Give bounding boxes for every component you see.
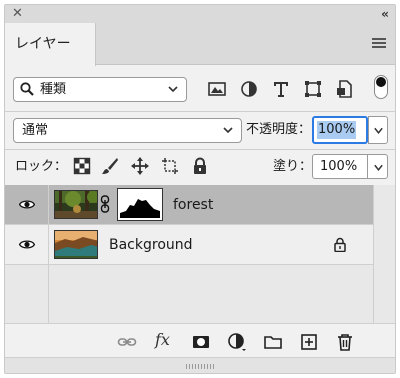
filter-type-value: 種類 — [40, 82, 67, 97]
prevent-autonest-icon[interactable] — [161, 157, 179, 175]
adjustment-filter-icon[interactable] — [239, 79, 259, 99]
resize-grip[interactable] — [5, 357, 395, 373]
layer-name[interactable]: Background — [109, 225, 193, 265]
filter-toggle[interactable] — [374, 75, 388, 99]
blend-mode-value: 通常 — [22, 123, 49, 138]
new-group-icon[interactable] — [263, 332, 283, 352]
search-icon — [20, 82, 34, 96]
layer-mask-thumbnail[interactable] — [118, 189, 162, 220]
lock-image-pixels-icon[interactable] — [101, 157, 119, 175]
fill-dropdown-button[interactable] — [367, 154, 388, 179]
visibility-toggle[interactable] — [5, 185, 49, 225]
opacity-input[interactable]: 100% — [312, 116, 368, 144]
delete-layer-icon[interactable] — [335, 332, 355, 352]
chevron-down-icon — [374, 127, 383, 135]
visibility-toggle[interactable] — [5, 225, 49, 265]
lock-label: ロック： — [15, 159, 68, 174]
panel-titlebar: ✕ ‹‹ — [5, 5, 395, 23]
blend-row: 通常 不透明度： 100% — [5, 111, 395, 149]
close-icon[interactable]: ✕ — [12, 6, 23, 22]
empty-visibility-column — [5, 265, 49, 323]
eye-icon — [19, 240, 35, 249]
lock-icon[interactable] — [334, 237, 346, 252]
tab-layers[interactable]: レイヤー — [5, 23, 96, 66]
layers-bottom-toolbar: fx — [5, 323, 395, 357]
chevron-down-icon — [374, 164, 383, 172]
layer-thumbnail[interactable] — [54, 230, 98, 259]
eye-icon — [19, 200, 35, 209]
link-layers-icon[interactable] — [117, 332, 137, 352]
panel-menu-icon[interactable] — [372, 38, 386, 48]
shape-filter-icon[interactable] — [303, 79, 323, 99]
blend-mode-select[interactable]: 通常 — [13, 118, 242, 143]
chevron-down-icon — [168, 86, 178, 93]
fx-icon[interactable]: fx — [155, 330, 170, 349]
layer-row-forest[interactable]: forest — [5, 185, 373, 225]
layer-name[interactable]: forest — [173, 185, 213, 225]
lock-position-icon[interactable] — [131, 157, 149, 175]
adjustment-layer-icon[interactable] — [227, 332, 247, 352]
chevron-down-icon — [223, 127, 233, 134]
fill-label: 塗り： — [273, 159, 313, 174]
opacity-dropdown-button[interactable] — [368, 116, 388, 144]
layer-list: forest Background — [5, 185, 395, 323]
collapse-icon[interactable]: ‹‹ — [381, 6, 389, 22]
lock-transparent-pixels-icon[interactable] — [73, 157, 91, 175]
add-mask-icon[interactable] — [191, 332, 211, 352]
list-border — [373, 185, 374, 323]
opacity-value: 100% — [317, 121, 357, 139]
opacity-label: 不透明度： — [246, 122, 312, 137]
image-filter-icon[interactable] — [207, 79, 227, 99]
lock-row: ロック： 塗り： 100% — [5, 149, 395, 184]
smart-object-filter-icon[interactable] — [335, 79, 355, 99]
lock-all-icon[interactable] — [191, 157, 209, 175]
layer-thumbnail[interactable] — [54, 190, 98, 219]
fill-input[interactable]: 100% — [312, 154, 368, 179]
filter-row: 種類 — [5, 65, 395, 111]
layers-panel: ✕ ‹‹ レイヤー 種類 通常 不透明度： 100% ロック： 塗り： 100%… — [4, 4, 396, 374]
fill-value: 100% — [320, 159, 358, 174]
link-mask-icon[interactable] — [100, 195, 110, 213]
type-filter-icon[interactable] — [271, 79, 291, 99]
layer-row-background[interactable]: Background — [5, 225, 373, 265]
tab-bar: レイヤー — [5, 23, 395, 66]
filter-type-select[interactable]: 種類 — [13, 77, 187, 102]
new-layer-icon[interactable] — [299, 332, 319, 352]
